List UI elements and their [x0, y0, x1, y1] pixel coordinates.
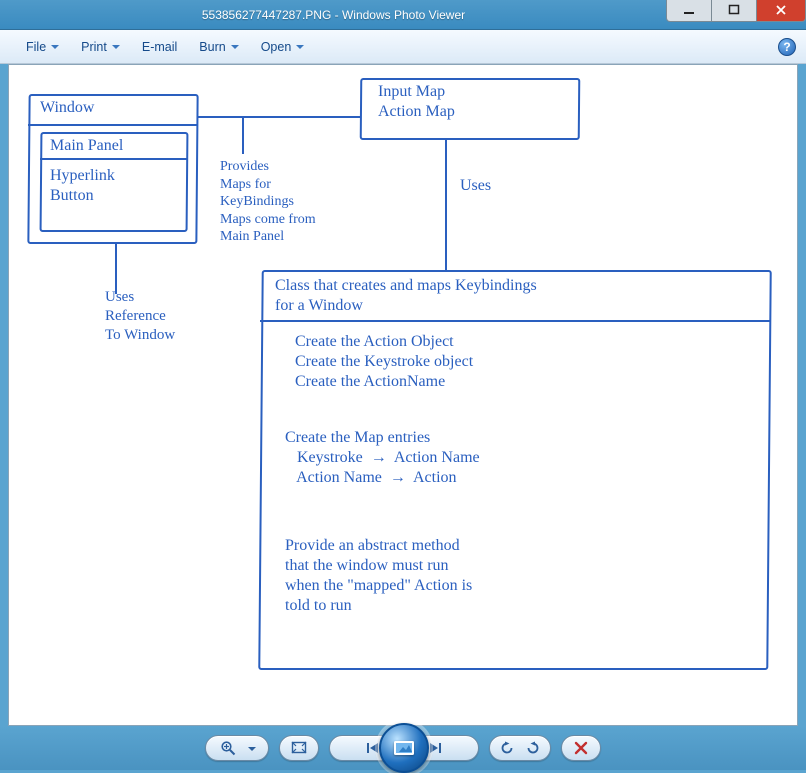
diagram-divider: [260, 320, 770, 322]
menu-open[interactable]: Open: [253, 36, 313, 58]
player-bar: [0, 726, 806, 770]
diagram-uses-label: Uses: [460, 176, 491, 196]
delete-x-icon: [574, 741, 588, 755]
titlebar: 553856277447287.PNG - Windows Photo View…: [0, 0, 806, 30]
fit-screen-icon: [291, 741, 307, 755]
zoom-group: [205, 735, 269, 761]
diagram-steps1: Create the Action Object Create the Keys…: [295, 332, 473, 392]
diagram-provides-text: Provides Maps for KeyBindings Maps come …: [220, 158, 316, 246]
skip-previous-icon: [366, 742, 380, 754]
rotate-ccw-button[interactable]: [499, 738, 515, 758]
menu-file-label: File: [26, 40, 46, 54]
window-controls: [667, 0, 806, 22]
menu-open-label: Open: [261, 40, 292, 54]
slideshow-icon: [392, 738, 416, 758]
menu-burn[interactable]: Burn: [191, 36, 246, 58]
diagram-main-panel: Main Panel: [50, 136, 123, 156]
chevron-down-icon: [112, 45, 120, 49]
navigation-group: [329, 735, 479, 761]
chevron-down-icon: [231, 45, 239, 49]
chevron-down-icon: [296, 45, 304, 49]
diagram-map-text: Input Map Action Map: [378, 82, 455, 122]
skip-next-icon: [428, 742, 442, 754]
diagram-arrow: [445, 140, 447, 270]
diagram-window-title: Window: [40, 98, 94, 118]
magnifier-plus-icon: [220, 740, 236, 756]
minimize-button[interactable]: [666, 0, 712, 22]
diagram-divider: [28, 124, 198, 126]
maximize-button[interactable]: [711, 0, 757, 22]
menu-email[interactable]: E-mail: [134, 36, 185, 58]
fit-group: [279, 735, 319, 761]
zoom-button[interactable]: [218, 738, 238, 758]
menu-bar: File Print E-mail Burn Open ?: [0, 30, 806, 64]
help-icon: ?: [783, 40, 790, 54]
menu-print-label: Print: [81, 40, 107, 54]
diagram-steps2: Create the Map entries Keystroke → Actio…: [285, 428, 480, 488]
menu-email-label: E-mail: [142, 40, 177, 54]
rotate-ccw-icon: [499, 740, 515, 756]
diagram-class-title: Class that creates and maps Keybindings …: [275, 276, 537, 316]
menu-file[interactable]: File: [18, 36, 67, 58]
slideshow-button[interactable]: [379, 723, 429, 773]
chevron-down-icon: [248, 747, 256, 751]
delete-button[interactable]: [572, 738, 590, 758]
diagram-arrow: [115, 244, 117, 294]
window-title: 553856277447287.PNG - Windows Photo View…: [0, 8, 667, 22]
diagram-hyperlink-button: Hyperlink Button: [50, 166, 115, 206]
rotate-cw-button[interactable]: [525, 738, 541, 758]
close-button[interactable]: [756, 0, 806, 22]
menu-burn-label: Burn: [199, 40, 225, 54]
actual-size-button[interactable]: [290, 738, 308, 758]
diagram-arrow: [242, 116, 244, 154]
diagram-divider: [40, 158, 188, 160]
rotate-cw-icon: [525, 740, 541, 756]
rotate-group: [489, 735, 551, 761]
diagram-steps3: Provide an abstract method that the wind…: [285, 536, 472, 616]
diagram-uses-reference: Uses Reference To Window: [105, 288, 175, 344]
diagram-arrow: [198, 116, 360, 118]
delete-group: [561, 735, 601, 761]
displayed-image: Window Main Panel Hyperlink Button Input…: [10, 66, 796, 724]
menu-print[interactable]: Print: [73, 36, 128, 58]
help-button[interactable]: ?: [778, 38, 796, 56]
chevron-down-icon: [51, 45, 59, 49]
content-frame: Window Main Panel Hyperlink Button Input…: [8, 64, 798, 726]
